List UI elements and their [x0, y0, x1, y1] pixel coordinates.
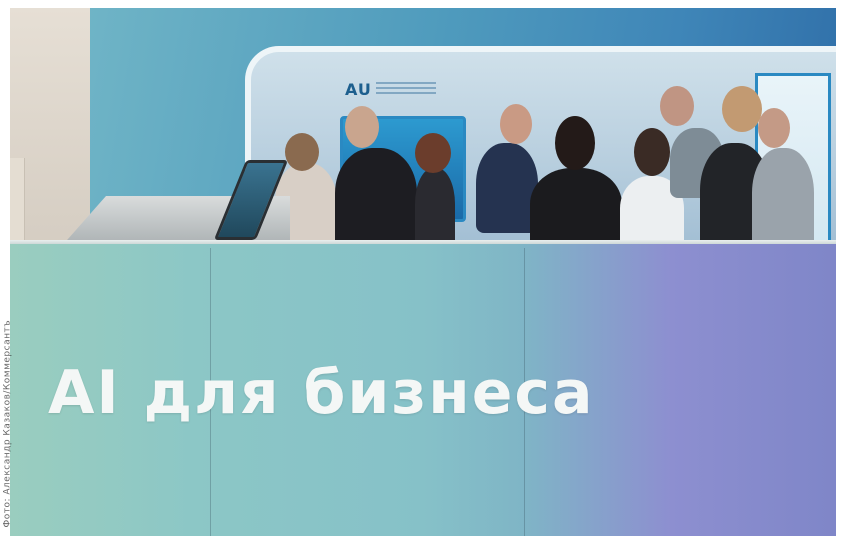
person-man-black-jacket: [335, 148, 417, 248]
person-head: [660, 86, 694, 126]
news-photo: AU AI для бизнеса: [10, 8, 836, 536]
inner-sign-logo: AU: [345, 80, 372, 99]
photo-credit: Фото: Александр Казаков/Коммерсантъ: [2, 319, 13, 528]
person-head: [285, 133, 319, 171]
person-head: [634, 128, 670, 176]
person-head: [722, 86, 762, 132]
person-head: [415, 133, 451, 173]
booth-headline: AI для бизнеса: [48, 358, 595, 428]
self-service-kiosk: [60, 158, 290, 248]
person-woman-floral: [530, 168, 622, 248]
person-head: [500, 104, 532, 144]
person-man-right: [752, 148, 814, 248]
person-woman-dark: [415, 168, 455, 248]
person-head: [758, 108, 790, 148]
person-head: [555, 116, 595, 170]
person-man-suit: [476, 143, 538, 233]
person-head: [345, 106, 379, 148]
door-frame: [10, 158, 25, 250]
inner-sign-text-lines: [376, 82, 436, 96]
